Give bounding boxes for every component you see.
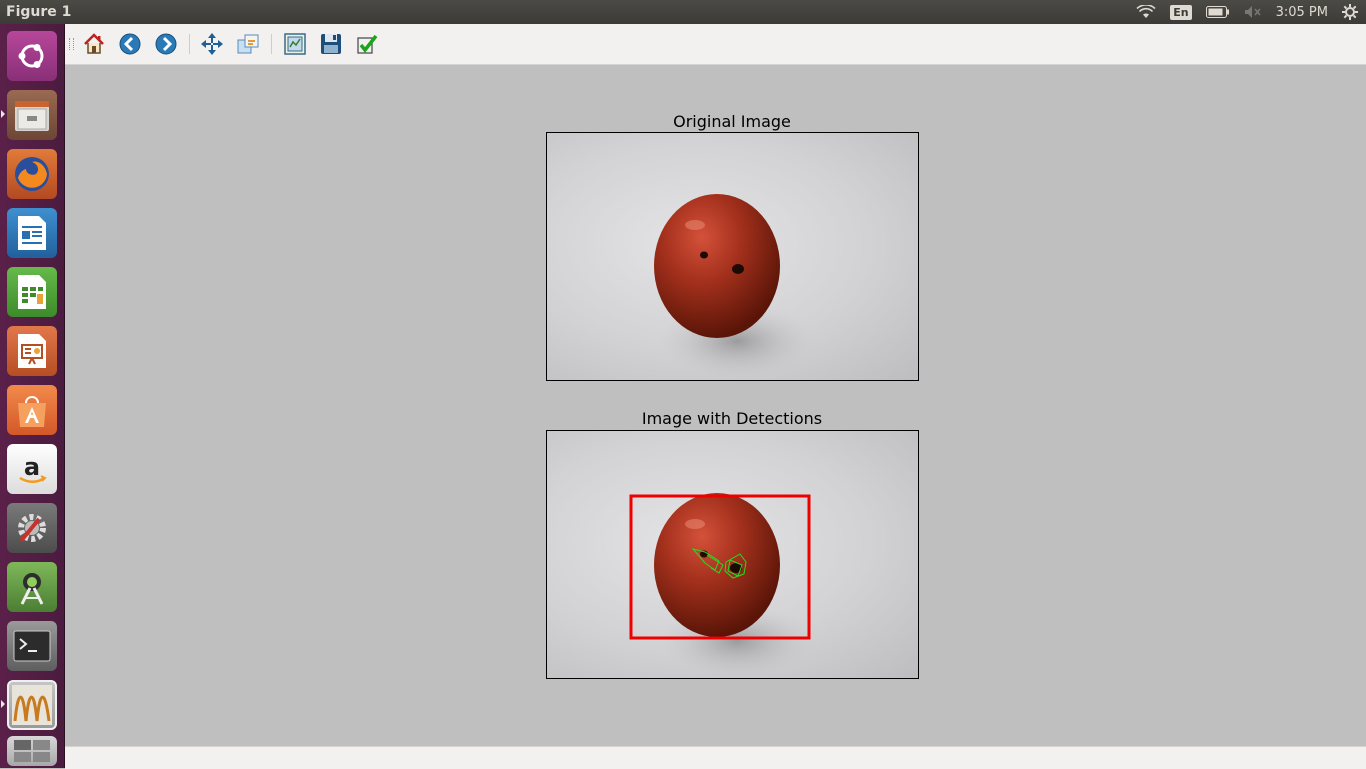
navigation-toolbar	[65, 24, 1366, 65]
libreoffice-writer-icon[interactable]	[7, 208, 57, 258]
save-icon[interactable]	[319, 32, 343, 56]
workspace-switcher-icon[interactable]	[7, 736, 57, 766]
status-bar	[65, 746, 1366, 769]
system-settings-icon[interactable]	[7, 503, 57, 553]
window-title: Figure 1	[6, 4, 72, 20]
figure-canvas[interactable]: Original Image Image with Detections	[65, 65, 1366, 746]
wifi-icon[interactable]	[1136, 5, 1156, 19]
battery-icon[interactable]	[1205, 6, 1230, 18]
toolbar-separator	[271, 34, 272, 54]
zoom-icon[interactable]	[236, 32, 260, 56]
svg-text:a: a	[24, 453, 40, 481]
edit-parameters-icon[interactable]	[355, 32, 379, 56]
running-indicator	[1, 110, 5, 118]
files-icon[interactable]	[7, 90, 57, 140]
language-label: En	[1170, 4, 1192, 20]
android-studio-icon[interactable]	[7, 562, 57, 612]
axes-original-image[interactable]	[546, 132, 919, 381]
home-icon[interactable]	[82, 32, 106, 56]
detection-overlay	[629, 494, 811, 640]
configure-subplots-icon[interactable]	[283, 32, 307, 56]
axes-image-with-detections[interactable]	[546, 430, 919, 679]
software-center-icon[interactable]	[7, 385, 57, 435]
forward-icon[interactable]	[154, 32, 178, 56]
launcher: a	[0, 24, 65, 768]
toolbar-separator	[189, 34, 190, 54]
toolbar-grip[interactable]	[69, 38, 74, 50]
libreoffice-impress-icon[interactable]	[7, 326, 57, 376]
running-indicator	[1, 700, 5, 708]
pan-icon[interactable]	[200, 32, 224, 56]
matplotlib-figure-icon[interactable]	[7, 680, 57, 730]
subplot-title-original: Original Image	[673, 112, 791, 131]
back-icon[interactable]	[118, 32, 142, 56]
original-image	[547, 133, 918, 380]
subplot-title-detections: Image with Detections	[641, 409, 823, 428]
detection-contours	[691, 548, 747, 579]
detection-bounding-box	[629, 494, 811, 640]
amazon-icon[interactable]: a	[7, 444, 57, 494]
ubuntu-dash-icon[interactable]	[7, 31, 57, 81]
firefox-icon[interactable]	[7, 149, 57, 199]
clock[interactable]: 3:05 PM	[1276, 5, 1328, 20]
top-panel: Figure 1 En 3:05 PM	[0, 0, 1366, 24]
volume-muted-icon[interactable]	[1244, 5, 1262, 19]
keyboard-language-indicator[interactable]: En	[1170, 4, 1192, 20]
indicator-area: En 3:05 PM	[1136, 0, 1366, 24]
terminal-icon[interactable]	[7, 621, 57, 671]
session-gear-icon[interactable]	[1342, 4, 1358, 20]
libreoffice-calc-icon[interactable]	[7, 267, 57, 317]
